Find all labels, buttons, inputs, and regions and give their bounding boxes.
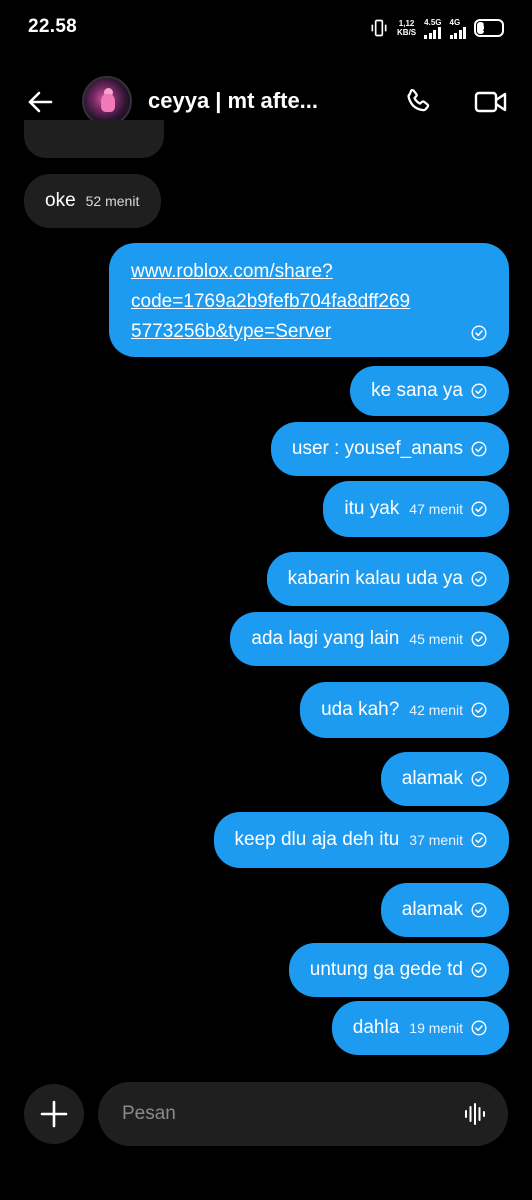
- message-time: 42 menit: [409, 702, 463, 718]
- read-check-icon: [471, 1020, 487, 1036]
- message-time: 52 menit: [85, 193, 140, 209]
- message-bubble-sent[interactable]: untung ga gede td: [288, 943, 509, 997]
- message-time: 45 menit: [409, 631, 463, 647]
- message-bubble-sent[interactable]: alamak: [380, 883, 509, 937]
- read-check-icon: [471, 832, 487, 848]
- message-text: ke sana ya: [371, 380, 463, 401]
- navigation-area: [0, 1150, 532, 1200]
- message-input[interactable]: [122, 1082, 442, 1146]
- message-bubble-sent[interactable]: www.roblox.com/share? code=1769a2b9fefb7…: [109, 243, 509, 357]
- system-icons: 1,12 KB/S 4.5G 4G 28: [369, 16, 504, 40]
- message-composer: [0, 1078, 532, 1150]
- message-text: untung ga gede td: [309, 959, 463, 980]
- message-bubble-sent[interactable]: dahla 19 menit: [331, 1001, 509, 1055]
- video-camera-icon: [474, 91, 507, 113]
- message-text: user : yousef_anans: [291, 438, 463, 459]
- message-link-line[interactable]: code=1769a2b9fefb704fa8dff269: [131, 287, 410, 317]
- read-check-icon: [471, 441, 487, 457]
- conversation-title[interactable]: ceyya | mt afte...: [148, 88, 318, 114]
- signal-icon: [449, 26, 466, 39]
- add-attachment-button[interactable]: [24, 1084, 84, 1144]
- message-text: itu yak: [344, 498, 400, 519]
- clock: 22.58: [28, 16, 78, 37]
- message-time: 19 menit: [409, 1020, 463, 1036]
- read-check-icon: [471, 962, 487, 978]
- plus-icon: [40, 1100, 68, 1128]
- read-check-icon: [471, 501, 487, 517]
- sim1-signal: 4.5G: [424, 17, 442, 39]
- network-speed-unit: KB/S: [397, 28, 417, 37]
- battery-level: 28: [482, 22, 496, 34]
- read-check-icon: [471, 571, 487, 587]
- message-text: oke: [45, 190, 76, 211]
- message-text: alamak: [401, 899, 463, 920]
- vibrate-icon: [371, 19, 387, 37]
- message-bubble-received[interactable]: oke 52 menit: [24, 174, 162, 228]
- message-link-line[interactable]: 5773256b&type=Server: [131, 317, 331, 347]
- network-speed: 1,12 KB/S: [397, 19, 416, 37]
- network-speed-value: 1,12: [398, 19, 415, 28]
- message-bubble-sent[interactable]: ke sana ya: [350, 366, 509, 416]
- read-check-icon: [471, 902, 487, 918]
- sim2-label: 4G: [449, 17, 461, 27]
- phone-icon: [407, 88, 430, 112]
- message-time: 47 menit: [409, 501, 463, 517]
- sim1-label: 4.5G: [424, 17, 442, 27]
- voice-message-button[interactable]: [462, 1100, 488, 1128]
- voice-call-button[interactable]: [400, 84, 436, 120]
- signal-icon: [424, 26, 441, 39]
- message-text: alamak: [401, 768, 463, 789]
- message-bubble-sent[interactable]: user : yousef_anans: [270, 422, 509, 476]
- read-check-icon: [471, 702, 487, 718]
- battery-icon: 28: [474, 19, 504, 37]
- message-text: keep dlu aja deh itu: [234, 829, 400, 850]
- message-text: ada lagi yang lain: [251, 628, 400, 649]
- message-text: dahla: [352, 1017, 400, 1038]
- read-check-icon: [471, 383, 487, 399]
- message-bubble-sent[interactable]: alamak: [380, 752, 509, 806]
- read-check-icon: [471, 325, 487, 341]
- message-time: 37 menit: [409, 832, 463, 848]
- message-input-container[interactable]: [98, 1082, 508, 1146]
- message-bubble-sent[interactable]: itu yak 47 menit: [323, 481, 509, 537]
- status-bar: 22.58 1,12 KB/S 4.5G 4G 28: [0, 0, 532, 56]
- arrow-left-icon: [28, 91, 53, 113]
- video-call-button[interactable]: [472, 84, 510, 120]
- message-bubble-sent[interactable]: kabarin kalau uda ya: [266, 552, 509, 606]
- back-button[interactable]: [22, 84, 58, 120]
- read-check-icon: [471, 631, 487, 647]
- avatar[interactable]: [82, 76, 132, 126]
- sim2-signal: 4G: [449, 17, 466, 39]
- message-bubble-sent[interactable]: keep dlu aja deh itu 37 menit: [213, 812, 509, 868]
- message-link-line[interactable]: www.roblox.com/share?: [131, 257, 333, 287]
- message-bubble-sent[interactable]: ada lagi yang lain 45 menit: [230, 612, 509, 666]
- message-bubble-sent[interactable]: uda kah? 42 menit: [300, 682, 509, 738]
- message-bubble-partial: [24, 120, 164, 158]
- audio-waveform-icon: [465, 1103, 485, 1125]
- message-text: uda kah?: [321, 699, 400, 720]
- message-text: kabarin kalau uda ya: [287, 568, 463, 589]
- read-check-icon: [471, 771, 487, 787]
